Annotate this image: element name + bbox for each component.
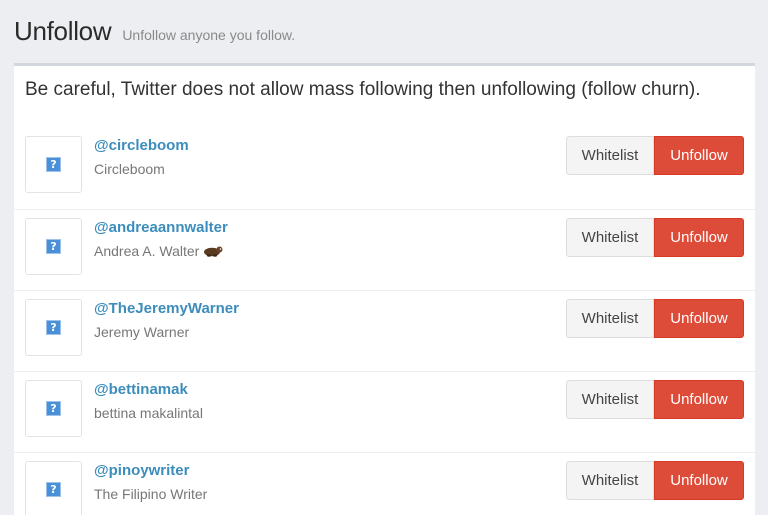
user-display-name: bettina makalintal	[94, 405, 203, 421]
user-display-name-text: Andrea A. Walter	[94, 243, 200, 259]
user-handle-link[interactable]: @circleboom	[94, 137, 189, 154]
avatar[interactable]: ?	[25, 136, 82, 193]
avatar[interactable]: ?	[25, 461, 82, 515]
page-subtitle: Unfollow anyone you follow.	[122, 27, 296, 43]
otter-icon	[204, 246, 223, 257]
action-button-group: Whitelist Unfollow	[566, 136, 744, 175]
user-handle-link[interactable]: @bettinamak	[94, 381, 188, 398]
user-row: ? @andreaannwalter Andrea A. Walter Whit…	[14, 209, 755, 290]
user-row: ? @circleboom Circleboom Whitelist Unfol…	[14, 128, 755, 209]
whitelist-button[interactable]: Whitelist	[566, 136, 654, 175]
user-row: ? @pinoywriter The Filipino Writer White…	[14, 452, 755, 515]
user-display-name: Andrea A. Walter	[94, 243, 223, 259]
user-row: ? @bettinamak bettina makalintal Whiteli…	[14, 371, 755, 452]
user-display-name: Jeremy Warner	[94, 324, 190, 340]
action-button-group: Whitelist Unfollow	[566, 380, 744, 419]
action-button-group: Whitelist Unfollow	[566, 461, 744, 500]
broken-image-icon: ?	[46, 482, 61, 497]
broken-image-icon: ?	[46, 401, 61, 416]
whitelist-button[interactable]: Whitelist	[566, 380, 654, 419]
broken-image-icon: ?	[46, 157, 61, 172]
page-title: Unfollow	[14, 16, 112, 46]
avatar[interactable]: ?	[25, 380, 82, 437]
user-display-name: Circleboom	[94, 161, 165, 177]
user-handle-link[interactable]: @TheJeremyWarner	[94, 300, 239, 317]
unfollow-button[interactable]: Unfollow	[654, 380, 744, 419]
broken-image-icon: ?	[46, 239, 61, 254]
user-handle-link[interactable]: @andreaannwalter	[94, 219, 228, 236]
unfollow-button[interactable]: Unfollow	[654, 136, 744, 175]
whitelist-button[interactable]: Whitelist	[566, 218, 654, 257]
unfollow-button[interactable]: Unfollow	[654, 461, 744, 500]
broken-image-icon: ?	[46, 320, 61, 335]
whitelist-button[interactable]: Whitelist	[566, 461, 654, 500]
follow-churn-warning: Be careful, Twitter does not allow mass …	[25, 79, 701, 100]
page-header: Unfollow Unfollow anyone you follow.	[14, 16, 295, 47]
unfollow-button[interactable]: Unfollow	[654, 218, 744, 257]
avatar[interactable]: ?	[25, 218, 82, 275]
unfollow-button[interactable]: Unfollow	[654, 299, 744, 338]
avatar[interactable]: ?	[25, 299, 82, 356]
user-display-name: The Filipino Writer	[94, 486, 208, 502]
unfollow-panel: Be careful, Twitter does not allow mass …	[14, 63, 755, 515]
user-handle-link[interactable]: @pinoywriter	[94, 462, 189, 479]
whitelist-button[interactable]: Whitelist	[566, 299, 654, 338]
user-row: ? @TheJeremyWarner Jeremy Warner Whiteli…	[14, 290, 755, 371]
action-button-group: Whitelist Unfollow	[566, 299, 744, 338]
action-button-group: Whitelist Unfollow	[566, 218, 744, 257]
